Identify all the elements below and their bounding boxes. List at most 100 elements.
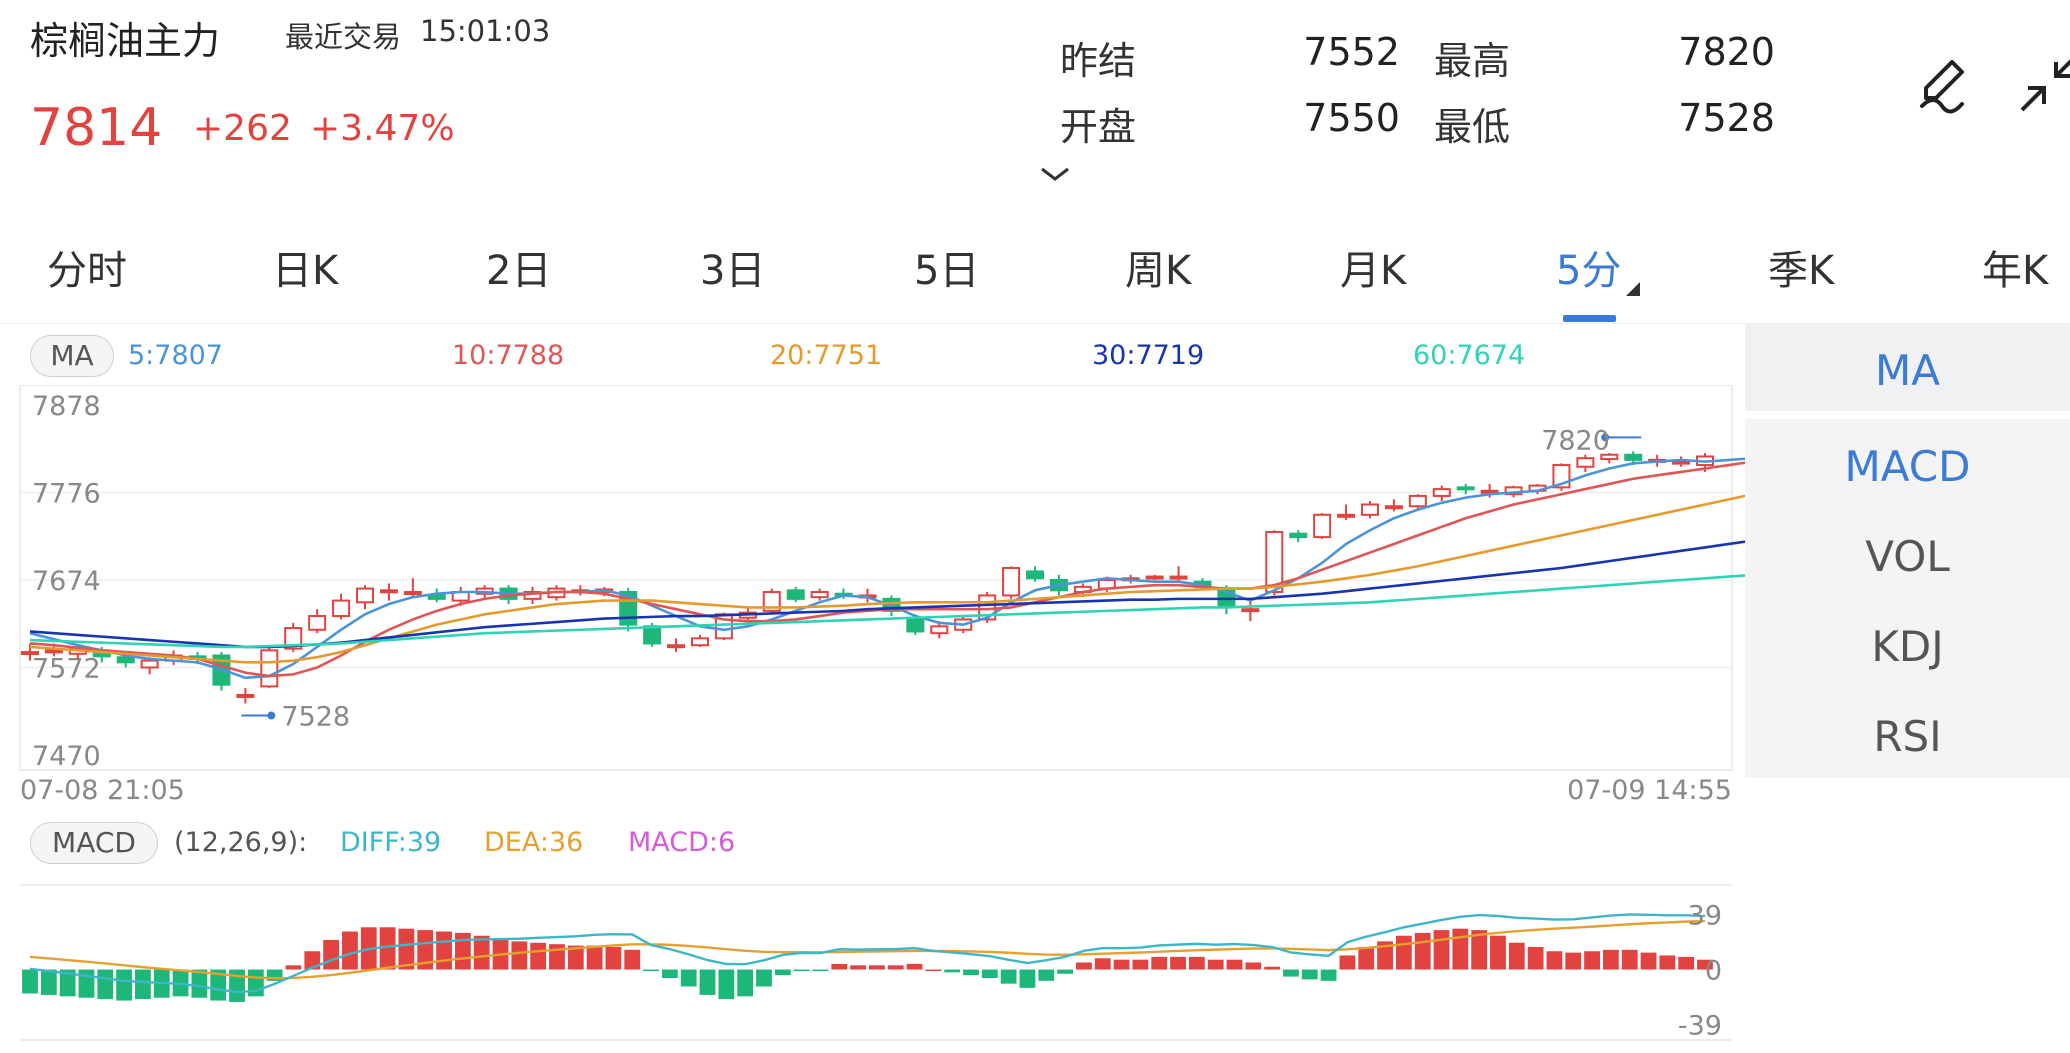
low-marker-label: 7528 [281,702,350,733]
candle-body [379,589,398,594]
macd-bar [97,969,114,1000]
macd-dea-value: DEA:36 [484,827,584,858]
macd-bar [1207,959,1224,970]
collapse-arrows-icon[interactable] [2016,54,2070,116]
macd-bar [285,965,302,970]
tab-monthly-k[interactable]: 月K [1340,238,1406,296]
macd-bar [1395,935,1412,970]
macd-axis-label: -39 [1678,1011,1722,1042]
tab-yearly-k[interactable]: 年K [1982,238,2048,296]
macd-bar [1640,952,1657,970]
macd-bar [963,969,979,976]
y-axis-label: 7878 [32,391,101,422]
macd-bar [831,963,848,970]
macd-bar [1678,956,1695,970]
x-axis-end-label: 07-09 14:55 [1567,775,1732,805]
macd-bar [1000,969,1017,984]
macd-bar [1659,955,1676,970]
tab-5day[interactable]: 5日 [914,238,979,296]
candle-body [1289,532,1308,539]
macd-bar [887,965,904,970]
candle-body [906,616,925,633]
macd-bar [906,963,923,970]
tab-2day[interactable]: 2日 [486,238,551,296]
macd-chart[interactable]: 39 0 -39 [0,875,1745,1045]
candle-body [667,644,686,649]
last-price: 7814 [30,98,163,158]
ma60-value: 60:7674 [1413,340,1526,371]
macd-bar [1414,932,1431,970]
macd-bar [850,965,866,970]
macd-bar [342,931,358,970]
macd-bar [22,969,38,994]
macd-bar [1245,962,1262,970]
macd-bar [1151,956,1168,970]
macd-bar [812,969,829,972]
side-item-rsi[interactable]: RSI [1745,712,2070,761]
indicator-side-gap [1745,411,2070,419]
y-axis-label: 7776 [32,479,101,510]
macd-bar [1358,947,1375,970]
candlestick-chart[interactable]: 7878 7776 7674 7572 7470 7820 7528 07-08 21:05 0… [0,385,1745,805]
candle-body [308,615,327,631]
macd-bar [1019,969,1036,988]
candle-body [260,649,279,688]
macd-bar [530,942,547,970]
candle-body [1576,457,1595,468]
macd-bar [1602,949,1619,970]
macd-bar [869,965,885,970]
macd-bar [1057,969,1074,974]
y-axis-label: 7572 [32,654,101,685]
macd-bar [40,969,57,995]
side-item-vol[interactable]: VOL [1745,532,2070,581]
tab-5min[interactable]: 5分 [1556,238,1621,296]
tab-daily-k[interactable]: 日K [272,238,338,296]
candle-body [643,625,662,645]
candle-body [1456,486,1475,491]
tab-3day[interactable]: 3日 [700,238,765,296]
side-item-ma[interactable]: MA [1745,346,2070,395]
macd-bar [1038,969,1055,981]
instrument-title: 棕榈油主力 [30,19,221,63]
macd-indicator-pill[interactable]: MACD [30,822,158,864]
pencil-icon[interactable] [1912,54,1974,116]
macd-bar [1490,935,1506,970]
candle-body [332,599,351,618]
candle-body [1002,566,1021,597]
prev-settle-label: 昨结 [1060,39,1137,83]
macd-bar [1546,951,1563,970]
candle-body [930,625,949,635]
candle-body [116,656,135,664]
side-item-kdj[interactable]: KDJ [1745,622,2070,671]
low-value: 7528 [1678,96,1775,140]
candle-body [356,587,374,604]
candle-body [1145,575,1164,580]
side-item-macd[interactable]: MACD [1745,442,2070,491]
macd-bar [1226,959,1243,970]
candle-body [691,637,709,647]
macd-bar [1508,942,1525,970]
macd-bar [586,945,603,970]
ma-indicator-pill[interactable]: MA [30,335,114,377]
macd-bar [1565,952,1582,970]
candle-body [427,594,446,600]
macd-bar [1264,966,1281,970]
candle-body [1241,608,1260,613]
macd-bar [699,969,716,995]
macd-bar [1170,956,1186,970]
macd-bar [78,969,95,998]
candle-body [236,693,255,698]
candle-body [1432,488,1451,497]
chevron-down-icon[interactable] [1040,164,1070,184]
tab-quarterly-k[interactable]: 季K [1768,238,1834,296]
y-axis-label: 7470 [32,741,101,772]
tab-weekly-k[interactable]: 周K [1125,238,1191,296]
candle-body [1480,489,1499,494]
dropdown-corner-icon [1626,282,1640,296]
macd-bar [981,969,998,978]
macd-bar [793,969,810,972]
macd-bar [624,949,641,970]
macd-bar [756,969,772,987]
tab-intraday[interactable]: 分时 [47,238,127,296]
macd-bar [661,969,678,978]
